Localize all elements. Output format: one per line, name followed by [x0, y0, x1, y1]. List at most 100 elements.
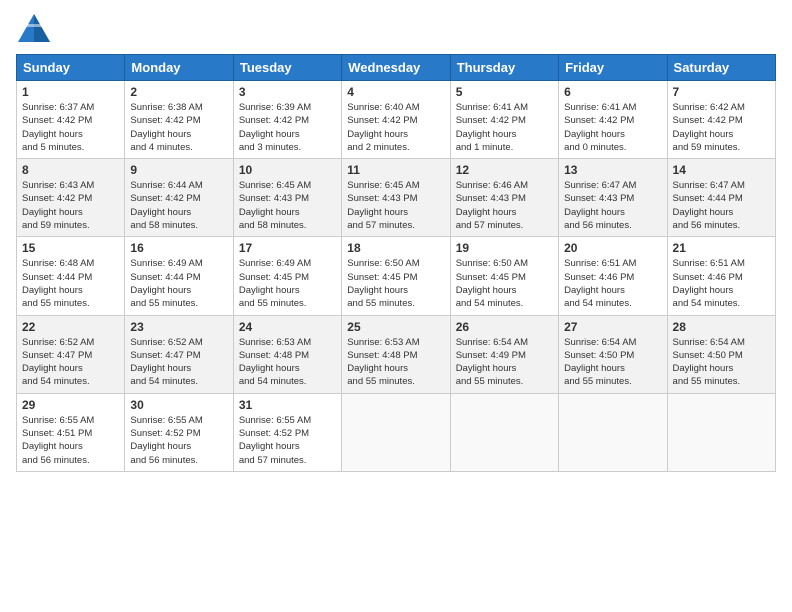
col-header-friday: Friday — [559, 55, 667, 81]
daylight-label: Daylight hours — [239, 129, 300, 140]
daylight-label: Daylight hours — [130, 441, 191, 452]
day-number: 2 — [130, 85, 227, 99]
day-info: Sunrise: 6:50 AMSunset: 4:45 PMDaylight … — [456, 257, 553, 310]
calendar-cell: 30 Sunrise: 6:55 AMSunset: 4:52 PMDayligh… — [125, 393, 233, 471]
sunrise-line: Sunrise: 6:45 AM — [347, 180, 419, 191]
calendar-cell: 17Sunrise: 6:49 AMSunset: 4:45 PMDayligh… — [233, 237, 341, 315]
daylight-label: Daylight hours — [673, 285, 734, 296]
day-info: Sunrise: 6:46 AMSunset: 4:43 PMDaylight … — [456, 179, 553, 232]
daylight-value: and 56 minutes. — [130, 455, 198, 466]
day-info: Sunrise: 6:51 AMSunset: 4:46 PMDaylight … — [673, 257, 770, 310]
sunrise-line: Sunrise: 6:55 AM — [130, 415, 202, 426]
daylight-label: Daylight hours — [22, 285, 83, 296]
day-info: Sunrise: 6:38 AMSunset: 4:42 PMDaylight … — [130, 101, 227, 154]
day-number: 18 — [347, 241, 444, 255]
calendar-cell: 5Sunrise: 6:41 AMSunset: 4:42 PMDaylight… — [450, 81, 558, 159]
daylight-label: Daylight hours — [22, 207, 83, 218]
daylight-value: and 56 minutes. — [673, 220, 741, 231]
daylight-value: and 5 minutes. — [22, 142, 84, 153]
daylight-label: Daylight hours — [564, 129, 625, 140]
day-number: 15 — [22, 241, 119, 255]
daylight-label: Daylight hours — [239, 285, 300, 296]
sunset-line: Sunset: 4:49 PM — [456, 350, 526, 361]
daylight-label: Daylight hours — [456, 207, 517, 218]
sunrise-line: Sunrise: 6:45 AM — [239, 180, 311, 191]
day-number: 25 — [347, 320, 444, 334]
col-header-saturday: Saturday — [667, 55, 775, 81]
day-info: Sunrise: 6:49 AMSunset: 4:45 PMDaylight … — [239, 257, 336, 310]
sunrise-line: Sunrise: 6:49 AM — [239, 258, 311, 269]
sunrise-line: Sunrise: 6:37 AM — [22, 102, 94, 113]
header — [16, 10, 776, 46]
col-header-monday: Monday — [125, 55, 233, 81]
sunset-line: Sunset: 4:44 PM — [22, 272, 92, 283]
daylight-value: and 2 minutes. — [347, 142, 409, 153]
daylight-value: and 55 minutes. — [347, 298, 415, 309]
sunset-line: Sunset: 4:47 PM — [22, 350, 92, 361]
day-info: Sunrise: 6:44 AMSunset: 4:42 PMDaylight … — [130, 179, 227, 232]
sunset-line: Sunset: 4:42 PM — [22, 115, 92, 126]
day-number: 23 — [130, 320, 227, 334]
daylight-value: and 55 minutes. — [130, 298, 198, 309]
day-number: 8 — [22, 163, 119, 177]
sunset-line: Sunset: 4:52 PM — [239, 428, 309, 439]
day-number: 30 — [130, 398, 227, 412]
calendar-cell: 28Sunrise: 6:54 AMSunset: 4:50 PMDayligh… — [667, 315, 775, 393]
daylight-value: and 54 minutes. — [456, 298, 524, 309]
day-number: 10 — [239, 163, 336, 177]
sunset-line: Sunset: 4:42 PM — [130, 193, 200, 204]
daylight-label: Daylight hours — [347, 207, 408, 218]
sunrise-line: Sunrise: 6:43 AM — [22, 180, 94, 191]
daylight-label: Daylight hours — [347, 363, 408, 374]
sunset-line: Sunset: 4:51 PM — [22, 428, 92, 439]
daylight-value: and 1 minute. — [456, 142, 514, 153]
calendar-cell: 31Sunrise: 6:55 AMSunset: 4:52 PMDayligh… — [233, 393, 341, 471]
daylight-value: and 57 minutes. — [347, 220, 415, 231]
col-header-thursday: Thursday — [450, 55, 558, 81]
daylight-label: Daylight hours — [456, 129, 517, 140]
calendar-cell: 11Sunrise: 6:45 AMSunset: 4:43 PMDayligh… — [342, 159, 450, 237]
sunrise-line: Sunrise: 6:51 AM — [673, 258, 745, 269]
sunset-line: Sunset: 4:44 PM — [130, 272, 200, 283]
sunset-line: Sunset: 4:43 PM — [456, 193, 526, 204]
calendar-cell: 3Sunrise: 6:39 AMSunset: 4:42 PMDaylight… — [233, 81, 341, 159]
day-number: 21 — [673, 241, 770, 255]
day-number: 7 — [673, 85, 770, 99]
day-info: Sunrise: 6:43 AM Sunset: 4:42 PM Daylight … — [22, 179, 119, 232]
sunset-line: Sunset: 4:42 PM — [22, 193, 92, 204]
daylight-label: Daylight hours — [239, 441, 300, 452]
daylight-value: and 0 minutes. — [564, 142, 626, 153]
day-number: 19 — [456, 241, 553, 255]
day-info: Sunrise: 6:55 AMSunset: 4:52 PMDaylight … — [130, 414, 227, 467]
calendar-cell — [450, 393, 558, 471]
calendar-cell: 15 Sunrise: 6:48 AM Sunset: 4:44 PM Dayligh… — [17, 237, 125, 315]
day-info: Sunrise: 6:52 AMSunset: 4:47 PMDaylight … — [22, 336, 119, 389]
day-info: Sunrise: 6:55 AMSunset: 4:52 PMDaylight … — [239, 414, 336, 467]
daylight-value: and 4 minutes. — [130, 142, 192, 153]
calendar-cell: 26Sunrise: 6:54 AMSunset: 4:49 PMDayligh… — [450, 315, 558, 393]
daylight-value: and 59 minutes. — [673, 142, 741, 153]
daylight-label: Daylight hours — [456, 285, 517, 296]
calendar-cell: 9Sunrise: 6:44 AMSunset: 4:42 PMDaylight… — [125, 159, 233, 237]
calendar-cell: 20Sunrise: 6:51 AMSunset: 4:46 PMDayligh… — [559, 237, 667, 315]
calendar-cell: 10Sunrise: 6:45 AMSunset: 4:43 PMDayligh… — [233, 159, 341, 237]
sunrise-line: Sunrise: 6:48 AM — [22, 258, 94, 269]
sunset-line: Sunset: 4:48 PM — [239, 350, 309, 361]
sunset-line: Sunset: 4:45 PM — [347, 272, 417, 283]
sunrise-line: Sunrise: 6:40 AM — [347, 102, 419, 113]
sunset-line: Sunset: 4:42 PM — [564, 115, 634, 126]
sunrise-line: Sunrise: 6:47 AM — [673, 180, 745, 191]
daylight-value: and 57 minutes. — [239, 455, 307, 466]
calendar-table: SundayMondayTuesdayWednesdayThursdayFrid… — [16, 54, 776, 472]
daylight-value: and 55 minutes. — [239, 298, 307, 309]
day-info: Sunrise: 6:50 AMSunset: 4:45 PMDaylight … — [347, 257, 444, 310]
calendar-cell: 7Sunrise: 6:42 AMSunset: 4:42 PMDaylight… — [667, 81, 775, 159]
daylight-label: Daylight hours — [564, 363, 625, 374]
calendar-cell: 2 Sunrise: 6:38 AMSunset: 4:42 PMDaylight… — [125, 81, 233, 159]
calendar-cell — [559, 393, 667, 471]
day-info: Sunrise: 6:47 AMSunset: 4:43 PMDaylight … — [564, 179, 661, 232]
daylight-label: Daylight hours — [130, 129, 191, 140]
calendar-cell: 12Sunrise: 6:46 AMSunset: 4:43 PMDayligh… — [450, 159, 558, 237]
day-number: 26 — [456, 320, 553, 334]
calendar-cell: 19 Sunrise: 6:50 AMSunset: 4:45 PMDayligh… — [450, 237, 558, 315]
